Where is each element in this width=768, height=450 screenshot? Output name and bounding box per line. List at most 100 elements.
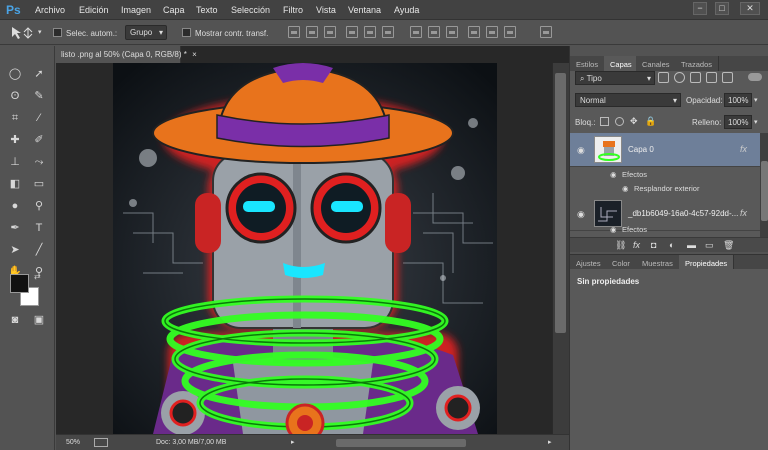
new-group-icon[interactable]: ▬	[687, 240, 696, 250]
lock-position-icon[interactable]: ✥	[630, 117, 639, 126]
menu-vista[interactable]: Vista	[316, 5, 336, 15]
effect-eye-icon[interactable]: ◉	[622, 184, 629, 193]
eyedropper-tool-icon[interactable]: ⁄	[30, 110, 48, 126]
layer-filter-dropdown[interactable]: ⌕ Tipo ▾	[575, 71, 655, 85]
filter-smart-object-icon[interactable]	[722, 72, 733, 83]
distribute-vcenter-icon[interactable]	[428, 26, 440, 38]
auto-select-dropdown[interactable]: Grupo ▾	[125, 25, 167, 40]
line-tool-icon[interactable]: ╱	[30, 242, 48, 258]
filter-type-icon[interactable]	[690, 72, 701, 83]
swap-colors-icon[interactable]: ⇄	[34, 272, 41, 281]
blend-mode-dropdown[interactable]: Normal ▾	[575, 93, 681, 107]
effects-row[interactable]: ◉ Efectos	[570, 222, 760, 236]
new-layer-icon[interactable]: ▭	[705, 240, 714, 251]
menu-seleccion[interactable]: Selección	[231, 5, 270, 15]
layer-name[interactable]: _db1b6049-16a0-4c57-92dd-...	[628, 209, 738, 218]
chevron-down-icon[interactable]: ▾	[754, 118, 758, 126]
effects-eye-icon[interactable]: ◉	[610, 170, 617, 179]
visibility-eye-icon[interactable]: ◉	[577, 209, 585, 220]
chevron-down-icon[interactable]: ▾	[38, 28, 42, 36]
tab-trazados[interactable]: Trazados	[675, 56, 719, 71]
fx-icon[interactable]: fx	[740, 144, 747, 154]
align-vcenter-icon[interactable]	[306, 26, 318, 38]
minimize-button[interactable]: −	[693, 2, 707, 15]
brush-tool-icon[interactable]: ✐	[30, 132, 48, 148]
artwork-canvas[interactable]	[113, 63, 497, 434]
marquee-tool-icon[interactable]: ◯	[6, 66, 24, 82]
opacity-input[interactable]: 100%	[724, 93, 752, 107]
move-tool-icon[interactable]	[10, 26, 34, 40]
distribute-left-icon[interactable]	[468, 26, 480, 38]
clone-stamp-tool-icon[interactable]: ⊥	[6, 154, 24, 170]
vertical-scroll-thumb[interactable]	[555, 73, 566, 333]
lasso-tool-icon[interactable]: ʘ	[6, 88, 24, 104]
lock-all-icon[interactable]: 🔒	[645, 117, 656, 126]
dodge-tool-icon[interactable]: ⚲	[30, 198, 48, 214]
status-info-icon[interactable]	[94, 438, 108, 447]
status-menu-arrow-icon[interactable]: ▸	[291, 438, 295, 446]
lock-pixels-icon[interactable]	[615, 117, 624, 126]
align-left-icon[interactable]	[346, 26, 358, 38]
close-window-button[interactable]: ✕	[740, 2, 760, 15]
tab-color[interactable]: Color	[606, 255, 637, 270]
layers-scrollbar[interactable]	[760, 133, 768, 237]
lock-transparent-icon[interactable]	[600, 117, 609, 126]
align-hcenter-icon[interactable]	[364, 26, 376, 38]
effects-row[interactable]: ◉ Efectos	[570, 167, 760, 181]
quick-select-tool-icon[interactable]: ✎	[30, 88, 48, 104]
tab-capas[interactable]: Capas	[604, 56, 639, 71]
distribute-top-icon[interactable]	[410, 26, 422, 38]
type-tool-icon[interactable]: T	[30, 220, 48, 236]
auto-select-checkbox[interactable]	[53, 28, 62, 37]
path-selection-tool-icon[interactable]: ➤	[6, 242, 24, 258]
zoom-level[interactable]: 50%	[66, 439, 80, 446]
delete-layer-icon[interactable]: 🗑	[723, 240, 734, 251]
blur-tool-icon[interactable]: ●	[6, 198, 24, 214]
effects-eye-icon[interactable]: ◉	[610, 225, 617, 234]
close-icon[interactable]: ×	[192, 50, 197, 59]
tab-estilos[interactable]: Estilos	[570, 56, 606, 71]
crop-tool-icon[interactable]: ⌗	[6, 110, 24, 126]
filter-shape-icon[interactable]	[706, 72, 717, 83]
fill-input[interactable]: 100%	[724, 115, 752, 129]
maximize-button[interactable]: □	[715, 2, 729, 15]
menu-edicion[interactable]: Edición	[79, 5, 109, 15]
outer-glow-effect-row[interactable]: ◉ Resplandor exterior	[570, 181, 760, 195]
menu-archivo[interactable]: Archivo	[35, 5, 65, 15]
history-brush-tool-icon[interactable]: ⤳	[30, 154, 48, 170]
layer-name[interactable]: Capa 0	[628, 145, 654, 154]
move-tool-icon[interactable]: ➚	[30, 66, 48, 82]
menu-texto[interactable]: Texto	[196, 5, 218, 15]
horizontal-scroll-thumb[interactable]	[336, 439, 466, 447]
quick-mask-icon[interactable]: ◙	[6, 312, 24, 328]
layers-scroll-thumb[interactable]	[761, 161, 768, 221]
show-transform-checkbox[interactable]	[182, 28, 191, 37]
scroll-right-arrow-icon[interactable]: ▸	[548, 438, 552, 446]
distribute-right-icon[interactable]	[504, 26, 516, 38]
screen-mode-icon[interactable]: ▣	[30, 312, 48, 328]
distribute-bottom-icon[interactable]	[446, 26, 458, 38]
link-layers-icon[interactable]: ⛓	[615, 240, 626, 251]
distribute-hcenter-icon[interactable]	[486, 26, 498, 38]
align-right-icon[interactable]	[382, 26, 394, 38]
menu-ventana[interactable]: Ventana	[348, 5, 381, 15]
pen-tool-icon[interactable]: ✒	[6, 220, 24, 236]
chevron-down-icon[interactable]: ▾	[754, 96, 758, 104]
tab-ajustes[interactable]: Ajustes	[570, 255, 608, 270]
filter-adjustment-icon[interactable]	[674, 72, 685, 83]
tab-canales[interactable]: Canales	[636, 56, 677, 71]
menu-imagen[interactable]: Imagen	[121, 5, 151, 15]
auto-align-icon[interactable]	[540, 26, 552, 38]
align-bottom-icon[interactable]	[324, 26, 336, 38]
gradient-tool-icon[interactable]: ▭	[30, 176, 48, 192]
fx-icon[interactable]: fx	[740, 208, 747, 218]
align-top-icon[interactable]	[288, 26, 300, 38]
add-style-icon[interactable]: fx	[633, 240, 640, 250]
menu-filtro[interactable]: Filtro	[283, 5, 303, 15]
tab-muestras[interactable]: Muestras	[636, 255, 680, 270]
add-mask-icon[interactable]: ◘	[651, 240, 656, 250]
menu-ayuda[interactable]: Ayuda	[394, 5, 419, 15]
visibility-eye-icon[interactable]: ◉	[577, 145, 585, 156]
layer-row-capa-0[interactable]: ◉ Capa 0 fx	[570, 133, 760, 167]
document-tab[interactable]: listo .png al 50% (Capa 0, RGB/8) * ×	[56, 46, 197, 63]
